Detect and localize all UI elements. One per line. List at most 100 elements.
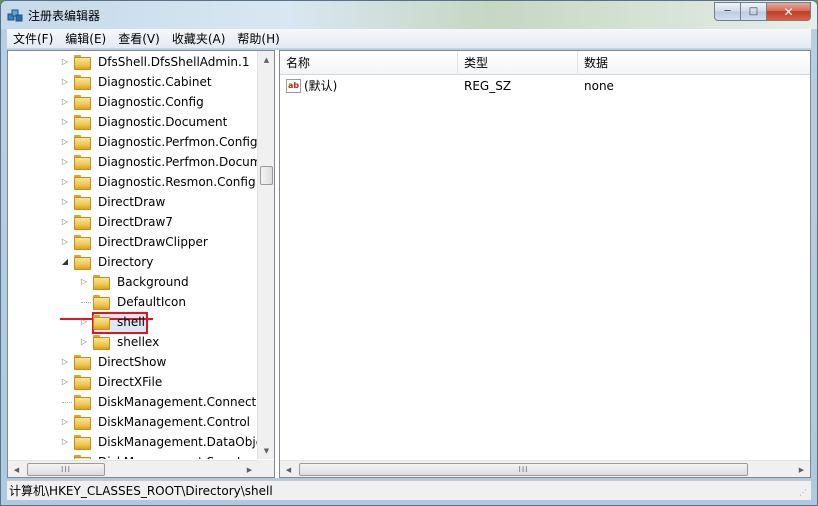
- collapsed-arrow-icon[interactable]: [61, 138, 69, 146]
- column-header-name[interactable]: 名称: [280, 51, 458, 75]
- collapsed-arrow-icon[interactable]: [80, 278, 88, 286]
- tree-item-diagnostic-config[interactable]: Diagnostic.Config: [8, 92, 258, 112]
- tree-item-diagnostic-perfmon-config[interactable]: Diagnostic.Perfmon.Config: [8, 132, 258, 152]
- tree-item-diskmanagement-snapin[interactable]: DiskManagement.SnapIn: [8, 452, 258, 459]
- collapsed-arrow-icon[interactable]: [61, 78, 69, 86]
- caption-buttons: ─ □ ✕: [714, 2, 811, 21]
- minimize-button[interactable]: ─: [714, 2, 741, 21]
- tree-item-shellex[interactable]: shellex: [8, 332, 258, 352]
- tree-vertical-scroll-thumb[interactable]: [260, 166, 273, 185]
- folder-icon: [74, 95, 91, 110]
- expanded-arrow-icon[interactable]: [61, 258, 69, 266]
- folder-icon: [74, 395, 91, 410]
- collapsed-arrow-icon[interactable]: [61, 158, 69, 166]
- tree-item-label: DiskManagement.Control: [98, 415, 251, 429]
- tree-dotted-connector: [81, 302, 91, 303]
- title-bar[interactable]: 注册表编辑器 ─ □ ✕: [1, 1, 817, 29]
- folder-icon: [74, 75, 91, 90]
- collapsed-arrow-icon[interactable]: [61, 98, 69, 106]
- values-list-pane[interactable]: 名称 类型 数据 ab (默认) REG_SZ none ◀ III ▶: [279, 50, 811, 478]
- tree-item-label: DiskManagement.Connection: [98, 395, 258, 409]
- tree-item-label: Directory: [98, 255, 154, 269]
- maximize-button[interactable]: □: [741, 2, 767, 21]
- resize-grip-icon[interactable]: ⋰: [799, 488, 809, 498]
- tree-item-diskmanagement-connection[interactable]: DiskManagement.Connection: [8, 392, 258, 412]
- tree-item-label: DfsShell.DfsShellAdmin.1: [98, 55, 250, 69]
- list-scroll-left-arrow-icon[interactable]: ◀: [280, 461, 297, 477]
- folder-icon: [93, 335, 110, 350]
- folder-icon: [93, 295, 110, 310]
- tree-item-directdrawclipper[interactable]: DirectDrawClipper: [8, 232, 258, 252]
- registry-tree-pane[interactable]: DfsShell.DfsShellAdmin.1 Diagnostic.Cabin…: [7, 50, 275, 478]
- collapsed-arrow-icon[interactable]: [61, 458, 69, 459]
- collapsed-arrow-icon[interactable]: [61, 198, 69, 206]
- collapsed-arrow-icon[interactable]: [80, 318, 88, 326]
- scroll-left-arrow-icon[interactable]: ◀: [8, 461, 25, 477]
- tree-vertical-scrollbar[interactable]: ▲ ▼: [257, 51, 274, 459]
- tree-item-diagnostic-perfmon-document[interactable]: Diagnostic.Perfmon.Document: [8, 152, 258, 172]
- close-button[interactable]: ✕: [767, 2, 811, 21]
- menu-edit[interactable]: 编辑(E): [59, 29, 112, 49]
- tree-horizontal-scrollbar[interactable]: ◀ III ▶: [8, 460, 258, 477]
- folder-icon: [74, 195, 91, 210]
- tree-dotted-connector: [62, 402, 72, 403]
- tree-item-diagnostic-resmon-config[interactable]: Diagnostic.Resmon.Config: [8, 172, 258, 192]
- tree-item-directxfile[interactable]: DirectXFile: [8, 372, 258, 392]
- scrollbar-corner: [257, 460, 274, 477]
- list-scroll-right-arrow-icon[interactable]: ▶: [793, 461, 810, 477]
- collapsed-arrow-icon[interactable]: [61, 118, 69, 126]
- tree-item-label: Diagnostic.Resmon.Config: [98, 175, 256, 189]
- scroll-down-arrow-icon[interactable]: ▼: [258, 442, 274, 459]
- folder-icon: [74, 155, 91, 170]
- tree-item-directdraw7[interactable]: DirectDraw7: [8, 212, 258, 232]
- tree-item-diagnostic-cabinet[interactable]: Diagnostic.Cabinet: [8, 72, 258, 92]
- folder-icon: [74, 235, 91, 250]
- tree-item-label: DirectShow: [98, 355, 167, 369]
- scroll-up-arrow-icon[interactable]: ▲: [258, 51, 274, 68]
- menu-view[interactable]: 查看(V): [112, 29, 166, 49]
- list-horizontal-scroll-thumb[interactable]: III: [299, 463, 748, 476]
- tree-horizontal-scroll-thumb[interactable]: III: [27, 463, 105, 476]
- value-data: none: [584, 79, 614, 93]
- tree-item-label: Diagnostic.Perfmon.Config: [98, 135, 258, 149]
- string-value-icon: ab: [286, 79, 301, 93]
- column-header-data[interactable]: 数据: [578, 51, 810, 75]
- collapsed-arrow-icon[interactable]: [61, 418, 69, 426]
- collapsed-arrow-icon[interactable]: [61, 178, 69, 186]
- tree-item-label: Diagnostic.Document: [98, 115, 228, 129]
- tree-item-label: shellex: [117, 335, 160, 349]
- collapsed-arrow-icon[interactable]: [61, 58, 69, 66]
- tree-item-directshow[interactable]: DirectShow: [8, 352, 258, 372]
- collapsed-arrow-icon[interactable]: [61, 378, 69, 386]
- tree-item-directory[interactable]: Directory: [8, 252, 258, 272]
- menu-help[interactable]: 帮助(H): [231, 29, 285, 49]
- value-name: (默认): [304, 79, 338, 93]
- scroll-right-arrow-icon[interactable]: ▶: [241, 461, 258, 477]
- folder-icon: [74, 135, 91, 150]
- tree-item-shell[interactable]: shell: [8, 312, 258, 332]
- value-row[interactable]: ab (默认) REG_SZ none: [280, 75, 810, 97]
- folder-icon: [74, 175, 91, 190]
- tree-item-diagnostic-document[interactable]: Diagnostic.Document: [8, 112, 258, 132]
- collapsed-arrow-icon[interactable]: [61, 438, 69, 446]
- column-header-type[interactable]: 类型: [458, 51, 578, 75]
- tree-item-dfsshell-dfsshelladmin-1[interactable]: DfsShell.DfsShellAdmin.1: [8, 52, 258, 72]
- tree-item-defaulticon[interactable]: DefaultIcon: [8, 292, 258, 312]
- collapsed-arrow-icon[interactable]: [61, 238, 69, 246]
- collapsed-arrow-icon[interactable]: [80, 338, 88, 346]
- folder-icon: [74, 455, 91, 459]
- tree-item-directdraw[interactable]: DirectDraw: [8, 192, 258, 212]
- tree-item-diskmanagement-dataobject[interactable]: DiskManagement.DataObject: [8, 432, 258, 452]
- status-path: 计算机\HKEY_CLASSES_ROOT\Directory\shell: [9, 484, 273, 498]
- menu-file[interactable]: 文件(F): [7, 29, 59, 49]
- list-horizontal-scrollbar[interactable]: ◀ III ▶: [280, 460, 810, 477]
- tree-item-background[interactable]: Background: [8, 272, 258, 292]
- collapsed-arrow-icon[interactable]: [61, 358, 69, 366]
- tree-items: DfsShell.DfsShellAdmin.1 Diagnostic.Cabin…: [8, 51, 258, 459]
- registry-editor-icon: [7, 9, 23, 22]
- menu-favorites[interactable]: 收藏夹(A): [166, 29, 232, 49]
- tree-item-label: DiskManagement.SnapIn: [98, 452, 248, 459]
- collapsed-arrow-icon[interactable]: [61, 218, 69, 226]
- tree-item-diskmanagement-control[interactable]: DiskManagement.Control: [8, 412, 258, 432]
- tree-item-label: Diagnostic.Cabinet: [98, 75, 212, 89]
